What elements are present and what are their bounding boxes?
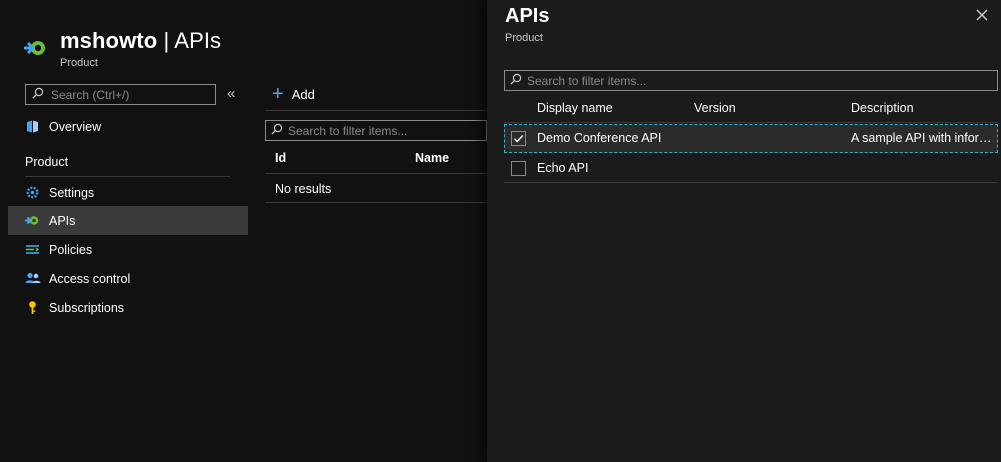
table-row-divider xyxy=(265,202,487,203)
column-header-version[interactable]: Version xyxy=(694,101,736,115)
grid-row-divider xyxy=(504,182,998,183)
sidebar-item-label: Overview xyxy=(49,119,102,134)
column-header-name[interactable]: Name xyxy=(415,151,449,165)
title-separator: | xyxy=(157,28,175,53)
sidebar-item-apis[interactable]: APIs xyxy=(8,206,248,235)
main-search-input[interactable]: Search to filter items... xyxy=(265,120,487,141)
sidebar-search-input[interactable]: Search (Ctrl+/) xyxy=(25,84,216,105)
grid-header-divider xyxy=(504,122,998,123)
sidebar-item-label: Subscriptions xyxy=(49,300,125,315)
search-icon xyxy=(271,122,283,140)
page-title: mshowto | APIs xyxy=(60,28,221,54)
sidebar-search-placeholder: Search (Ctrl+/) xyxy=(51,87,130,102)
policies-icon xyxy=(24,241,41,258)
blade-search-placeholder: Search to filter items... xyxy=(527,73,647,88)
cell-display-name: Echo API xyxy=(537,161,589,175)
row-checkbox[interactable] xyxy=(511,131,526,146)
api-management-logo-icon xyxy=(22,33,52,63)
blade-search-input[interactable]: Search to filter items... xyxy=(504,70,998,91)
sidebar-divider xyxy=(25,176,230,177)
page-subtitle: Product xyxy=(60,57,98,69)
plus-icon: + xyxy=(272,83,284,105)
table-header-divider xyxy=(265,173,487,174)
cell-display-name: Demo Conference API xyxy=(537,131,662,145)
row-checkbox[interactable] xyxy=(511,161,526,176)
sidebar-item-label: APIs xyxy=(49,213,76,228)
sidebar-item-label: Access control xyxy=(49,271,131,286)
product-blade: mshowto | APIs Product Search (Ctrl+/) «… xyxy=(0,0,487,462)
table-row[interactable]: Demo Conference API A sample API with in… xyxy=(504,124,998,153)
checkmark-icon xyxy=(514,135,524,143)
column-header-description[interactable]: Description xyxy=(851,101,914,115)
search-icon xyxy=(32,86,44,104)
blade-subtitle: Product xyxy=(505,32,543,44)
collapse-sidebar-button[interactable]: « xyxy=(227,85,235,102)
overview-icon xyxy=(24,118,41,135)
sidebar-item-label: Settings xyxy=(49,185,95,200)
title-section: APIs xyxy=(174,28,222,53)
toolbar-divider xyxy=(265,110,487,111)
people-icon xyxy=(24,270,41,287)
search-icon xyxy=(510,72,522,90)
sidebar-item-access-control[interactable]: Access control xyxy=(8,264,248,293)
resource-name: mshowto xyxy=(60,28,158,53)
sidebar-item-label: Policies xyxy=(49,242,93,257)
table-row[interactable]: Echo API xyxy=(504,154,998,183)
column-header-id[interactable]: Id xyxy=(275,151,286,165)
column-header-display-name[interactable]: Display name xyxy=(537,101,613,115)
empty-state-text: No results xyxy=(275,182,332,196)
add-button-label: Add xyxy=(291,86,315,102)
close-icon[interactable] xyxy=(974,7,990,23)
gear-icon xyxy=(24,184,41,201)
apis-selection-blade: APIs Product Search to filter items... D… xyxy=(487,0,1001,462)
sidebar-item-policies[interactable]: Policies xyxy=(8,235,248,264)
api-icon xyxy=(24,212,41,229)
sidebar-section-heading: Product xyxy=(25,155,69,169)
add-button[interactable]: + Add xyxy=(272,83,315,105)
sidebar-item-subscriptions[interactable]: Subscriptions xyxy=(8,293,248,322)
main-search-placeholder: Search to filter items... xyxy=(288,123,408,138)
sidebar-item-overview[interactable]: Overview xyxy=(8,112,248,141)
key-icon xyxy=(24,299,41,316)
cell-description: A sample API with inform... xyxy=(851,131,996,145)
blade-title: APIs xyxy=(505,5,550,27)
sidebar-item-settings[interactable]: Settings xyxy=(8,178,248,207)
